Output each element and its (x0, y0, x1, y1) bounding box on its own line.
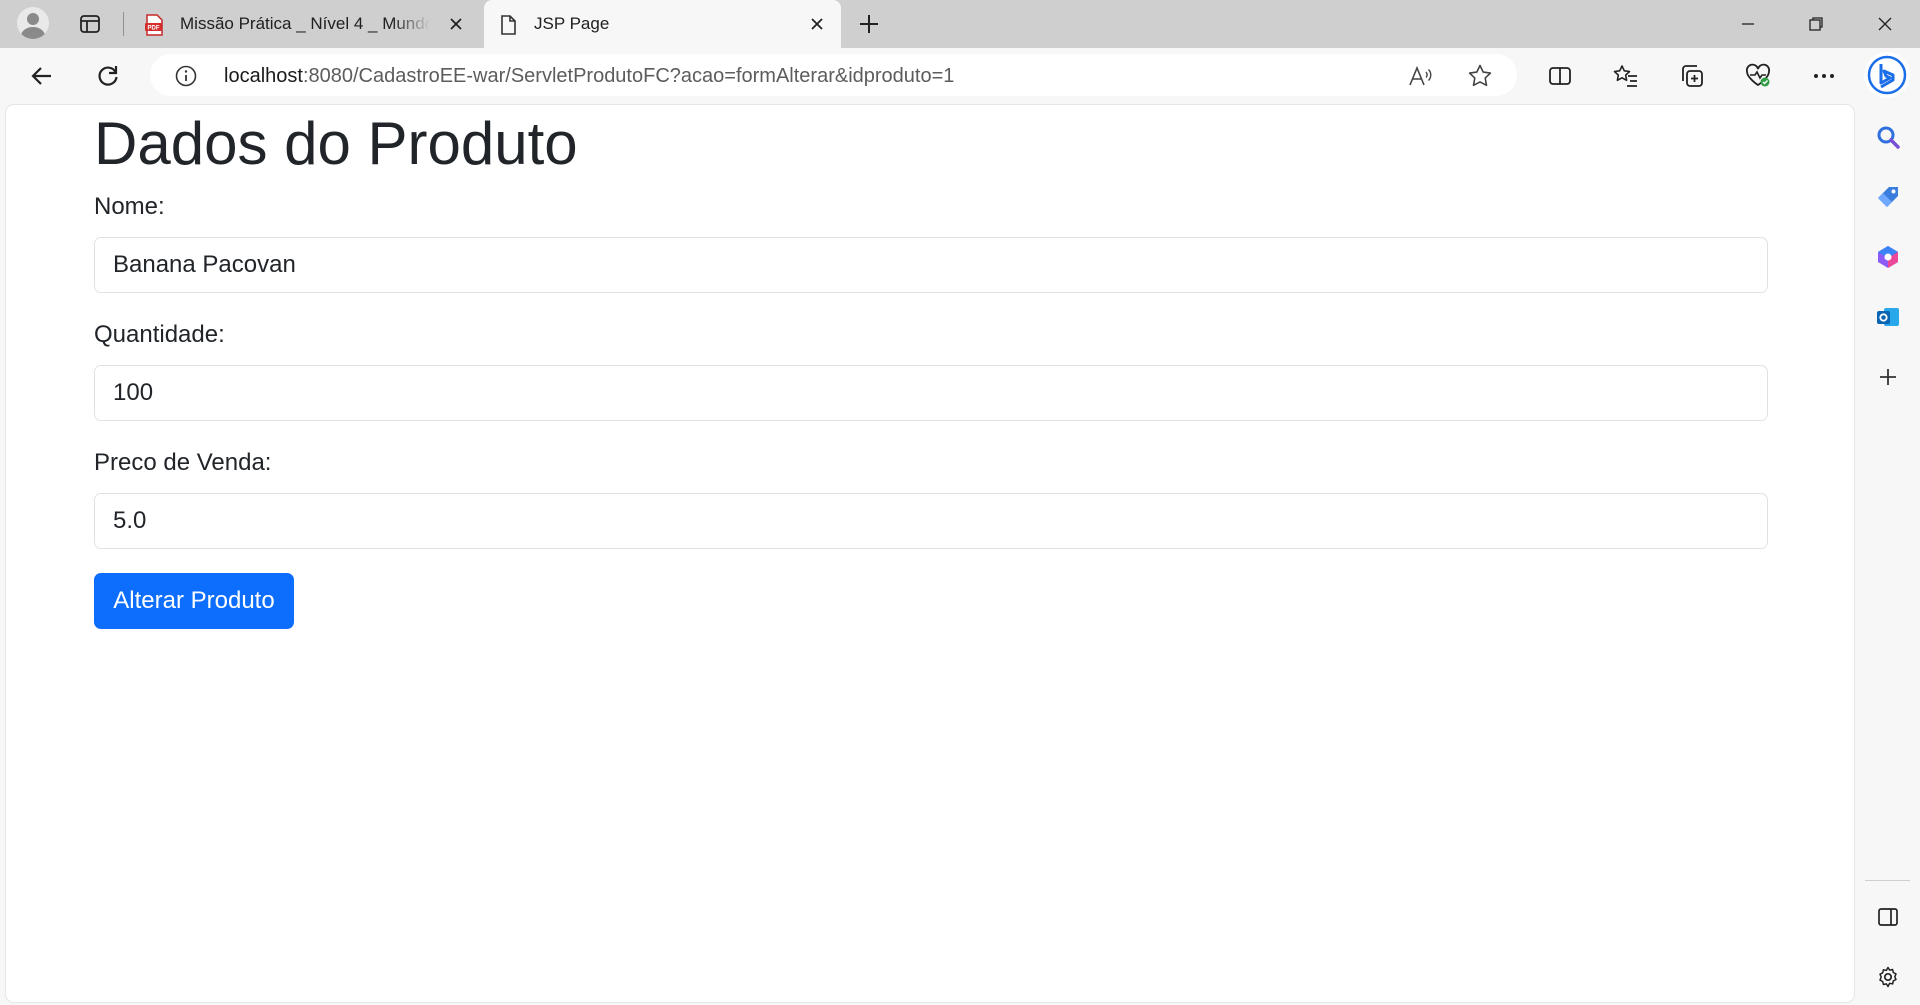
nome-label: Nome: (94, 193, 165, 220)
tab-pdf[interactable]: PDF Missão Prática _ Nível 4 _ Mundo 3.p… (130, 0, 480, 48)
page-title: Dados do Produto (94, 110, 578, 177)
pdf-icon: PDF (142, 13, 166, 37)
favorite-star-icon[interactable] (1466, 62, 1494, 90)
favorites-icon[interactable] (1606, 58, 1646, 94)
tab-strip: PDF Missão Prática _ Nível 4 _ Mundo 3.p… (0, 0, 1920, 48)
add-icon[interactable] (1871, 360, 1905, 394)
url-text[interactable]: localhost:8080/CadastroEE-war/ServletPro… (224, 65, 954, 88)
edge-sidebar (1855, 104, 1920, 1005)
window-close-button[interactable] (1852, 0, 1918, 48)
hide-sidebar-icon[interactable] (1871, 900, 1905, 934)
browser-essentials-icon[interactable] (1738, 58, 1778, 94)
preco-venda-input[interactable] (94, 493, 1768, 549)
settings-gear-icon[interactable] (1871, 960, 1905, 994)
new-tab-button[interactable] (852, 8, 886, 40)
page-content: Dados do Produto Nome: Quantidade: Preco… (6, 105, 1854, 1002)
refresh-icon[interactable] (88, 58, 128, 94)
tab-actions-icon[interactable] (72, 9, 108, 39)
profile-avatar[interactable] (17, 7, 49, 39)
quantidade-input[interactable] (94, 365, 1768, 421)
shopping-tag-icon[interactable] (1871, 180, 1905, 214)
more-options-icon[interactable] (1804, 58, 1844, 94)
quantidade-label: Quantidade: (94, 321, 225, 348)
browser-toolbar: localhost:8080/CadastroEE-war/ServletPro… (0, 48, 1920, 104)
read-aloud-icon[interactable] (1406, 62, 1434, 90)
page-icon (496, 13, 520, 37)
sidebar-separator (1865, 880, 1910, 881)
nome-input[interactable] (94, 237, 1768, 293)
tab-title: JSP Page (534, 14, 610, 33)
alterar-produto-button[interactable]: Alterar Produto (94, 573, 294, 629)
close-icon[interactable] (805, 12, 829, 36)
back-icon[interactable] (22, 58, 62, 94)
site-info-icon[interactable] (174, 64, 198, 88)
tab-jsp-page[interactable]: JSP Page (484, 0, 841, 48)
search-icon[interactable] (1871, 120, 1905, 154)
outlook-icon[interactable] (1871, 300, 1905, 334)
preco-venda-label: Preco de Venda: (94, 449, 272, 476)
tab-title: Missão Prática _ Nível 4 _ Mundo 3.pdf (180, 14, 430, 33)
minimize-button[interactable] (1715, 0, 1781, 48)
split-screen-icon[interactable] (1540, 58, 1580, 94)
svg-text:PDF: PDF (148, 26, 160, 32)
tab-separator (123, 12, 124, 36)
bing-copilot-icon[interactable] (1864, 52, 1910, 98)
address-bar[interactable]: localhost:8080/CadastroEE-war/ServletPro… (150, 54, 1517, 96)
close-icon[interactable] (444, 12, 468, 36)
collections-icon[interactable] (1672, 58, 1712, 94)
m365-icon[interactable] (1871, 240, 1905, 274)
restore-button[interactable] (1783, 0, 1849, 48)
